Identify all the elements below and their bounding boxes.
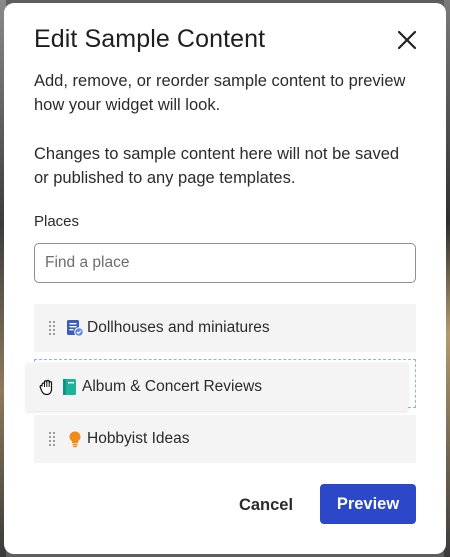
verified-document-icon bbox=[67, 320, 84, 337]
dialog-notice: Changes to sample content here will not … bbox=[34, 145, 400, 187]
places-label: Places bbox=[34, 213, 80, 230]
drag-handle-icon[interactable] bbox=[48, 431, 56, 447]
drag-handle-icon[interactable] bbox=[48, 320, 56, 336]
cancel-button[interactable]: Cancel bbox=[224, 485, 308, 525]
grabbing-hand-icon bbox=[39, 379, 53, 396]
lightbulb-icon bbox=[69, 431, 81, 448]
place-item-label: Album & Concert Reviews bbox=[82, 378, 263, 395]
find-place-input[interactable] bbox=[34, 243, 416, 283]
book-icon bbox=[63, 379, 76, 395]
preview-button[interactable]: Preview bbox=[320, 484, 416, 524]
place-item-album-reviews[interactable]: Album & Concert Reviews bbox=[26, 363, 408, 411]
place-item-label: Hobbyist Ideas bbox=[87, 430, 190, 447]
edit-sample-content-dialog: Edit Sample Content Add, remove, or reor… bbox=[4, 3, 446, 554]
place-item-dollhouses[interactable]: Dollhouses and miniatures bbox=[34, 304, 416, 352]
close-button[interactable] bbox=[395, 28, 419, 52]
dialog-title: Edit Sample Content bbox=[34, 25, 266, 53]
place-item-label: Dollhouses and miniatures bbox=[87, 319, 270, 336]
dialog-description: Add, remove, or reorder sample content t… bbox=[34, 72, 406, 114]
place-item-hobbyist-ideas[interactable]: Hobbyist Ideas bbox=[34, 415, 416, 463]
close-icon bbox=[397, 30, 417, 50]
